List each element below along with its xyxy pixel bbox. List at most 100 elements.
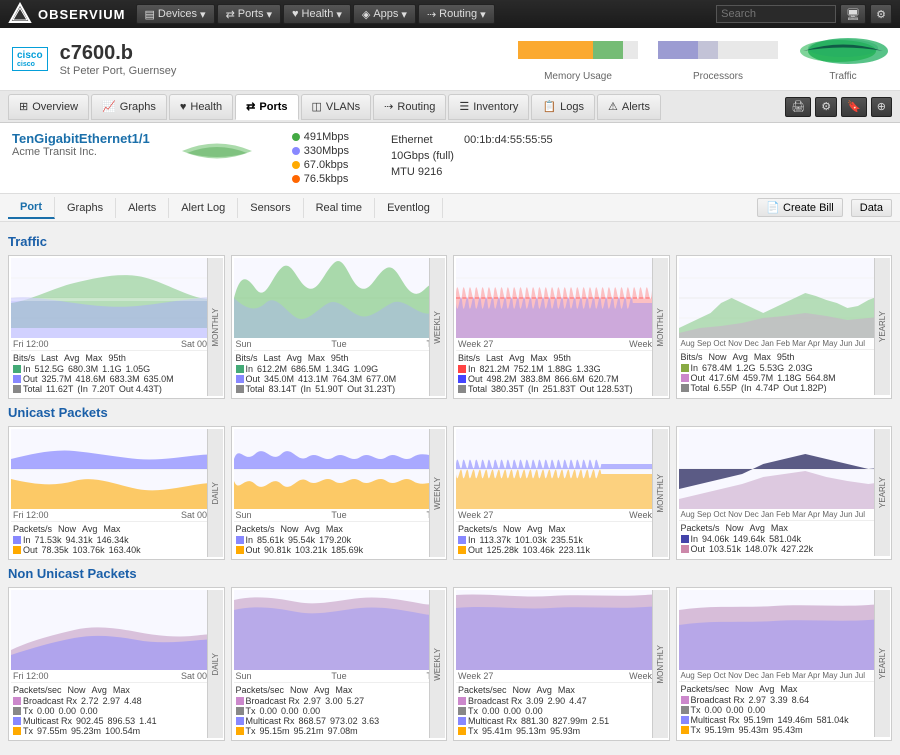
- time-labels-1: Fri 12:00 Sat 00:00: [11, 338, 222, 350]
- health-nav-btn[interactable]: ♥ Health ▾: [283, 4, 351, 24]
- in-dot: [292, 133, 300, 141]
- routing-nav-btn[interactable]: ⇢ Routing ▾: [418, 4, 495, 24]
- unicast-time-4: Aug Sep Oct Nov Dec Jan Feb Mar Apr May …: [679, 509, 890, 520]
- port-details: Ethernet 00:1b:d4:55:55:55 10Gbps (full)…: [389, 131, 563, 181]
- overview-icon: ⊞: [19, 100, 28, 113]
- memory-graph: Memory Usage: [518, 36, 638, 82]
- sub-tabs-right: 📄 Create Bill Data: [757, 198, 892, 217]
- sub-tab-graphs[interactable]: Graphs: [55, 198, 116, 218]
- unicast-inner-2: Sun Tue Thu Packets/s Now Avg Max: [234, 429, 445, 557]
- tab-logs[interactable]: 📋 Logs: [531, 94, 595, 120]
- settings2-icon-btn[interactable]: ⚙: [815, 97, 837, 117]
- nu-svg-1: [11, 590, 222, 670]
- unicast-right-2: WEEKLY: [429, 429, 445, 557]
- non-unicast-chart-1: Fri 12:00 Sat 00:00 Packets/sec Now Avg …: [8, 587, 225, 741]
- unicast-canvas-3: [456, 429, 667, 509]
- logo: OBSERVIUM: [8, 2, 126, 26]
- traffic-section-title: Traffic: [8, 234, 892, 249]
- right-label-2: WEEKLY: [429, 258, 445, 396]
- unicast-canvas-1: [11, 429, 222, 509]
- traffic-canvas-1: [11, 258, 222, 338]
- nu-outer-4: Aug Sep Oct Nov Dec Jan Feb Mar Apr May …: [679, 590, 890, 737]
- device-location: St Peter Port, Guernsey: [60, 65, 177, 77]
- traffic-canvas-4: [679, 258, 890, 338]
- bookmark-icon-btn[interactable]: 🔖: [841, 97, 867, 117]
- nu-canvas-1: [11, 590, 222, 670]
- devices-icon: ▤: [145, 8, 155, 21]
- nu-stats-4: Packets/sec Now Avg Max Broadcast Rx 2.9…: [679, 681, 890, 737]
- logo-text: OBSERVIUM: [38, 7, 126, 22]
- traffic-chart-1year: Aug Sep Oct Nov Dec Jan Feb Mar Apr May …: [676, 255, 893, 399]
- port-vendor: Acme Transit Inc.: [12, 146, 150, 158]
- tab-routing[interactable]: ⇢ Routing: [373, 94, 446, 120]
- apps-nav-btn[interactable]: ◈ Apps ▾: [353, 4, 416, 24]
- chart-inner-3: Week 27 Week 29 Bits/s Last Avg Max 95th: [456, 258, 667, 396]
- ports-nav-btn[interactable]: ⇄ Ports ▾: [217, 4, 281, 24]
- tab-ports[interactable]: ⇄ Ports: [235, 94, 298, 120]
- unicast-charts-row: Fri 12:00 Sat 00:00 Packets/s Now Avg Ma…: [8, 426, 892, 560]
- non-unicast-chart-3: Week 27 Week 29 Packets/sec Now Avg Max …: [453, 587, 670, 741]
- sub-tab-port[interactable]: Port: [8, 197, 55, 219]
- chart-stats-3: Bits/s Last Avg Max 95th In 821.2M 752.1…: [456, 350, 667, 396]
- port-traffic-viz: [182, 131, 252, 174]
- unicast-stats-3: Packets/s Now Avg Max In 113.37k 101.03k…: [456, 521, 667, 557]
- tab-graphs[interactable]: 📈 Graphs: [91, 94, 167, 120]
- unicast-stats-1: Packets/s Now Avg Max In 71.53k 94.31k 1…: [11, 521, 222, 557]
- in-color-1: [13, 365, 21, 373]
- unicast-outer-2: Sun Tue Thu Packets/s Now Avg Max: [234, 429, 445, 557]
- tab-alerts[interactable]: ⚠ Alerts: [597, 94, 661, 120]
- unicast-right-4: YEARLY: [874, 429, 890, 556]
- traffic-svg-1: [11, 258, 222, 338]
- chart-outer-2: Sun Tue Thu Bits/s Last Avg Max 95th: [234, 258, 445, 396]
- processors-label: Processors: [658, 71, 778, 82]
- chart-stats-2: Bits/s Last Avg Max 95th In 612.2M 686.5…: [234, 350, 445, 396]
- nu-svg-4: [679, 590, 890, 670]
- chart-inner-2: Sun Tue Thu Bits/s Last Avg Max 95th: [234, 258, 445, 396]
- unicast-outer-3: Week 27 Week 29 Packets/s Now Avg Max In: [456, 429, 667, 557]
- sub-tab-alert-log[interactable]: Alert Log: [169, 198, 238, 218]
- non-unicast-charts-row: Fri 12:00 Sat 00:00 Packets/sec Now Avg …: [8, 587, 892, 741]
- share-icon-btn[interactable]: ⊕: [871, 97, 892, 117]
- alerts-icon: ⚠: [608, 100, 618, 113]
- sub-tab-alerts[interactable]: Alerts: [116, 198, 169, 218]
- data-btn[interactable]: Data: [851, 199, 892, 217]
- unicast-stats-4: Packets/s Now Avg Max In 94.06k 149.64k …: [679, 520, 890, 556]
- nu-stats-1: Packets/sec Now Avg Max Broadcast Rx 2.7…: [11, 682, 222, 738]
- tab-health[interactable]: ♥ Health: [169, 94, 233, 120]
- tab-overview[interactable]: ⊞ Overview: [8, 94, 89, 120]
- port-details-table: Ethernet 00:1b:d4:55:55:55 10Gbps (full)…: [389, 131, 563, 181]
- health-icon: ♥: [292, 8, 299, 20]
- traffic-label: Traffic: [798, 71, 888, 82]
- nu-time-1: Fri 12:00 Sat 00:00: [11, 670, 222, 682]
- search-input[interactable]: [716, 5, 836, 23]
- ports-tab-icon: ⇄: [246, 100, 255, 113]
- sub-tab-eventlog[interactable]: Eventlog: [375, 198, 443, 218]
- unicast-right-3: MONTHLY: [652, 429, 668, 557]
- unicast-time-3: Week 27 Week 29: [456, 509, 667, 521]
- sub-tab-sensors[interactable]: Sensors: [238, 198, 303, 218]
- chart-outer-3: Week 27 Week 29 Bits/s Last Avg Max 95th: [456, 258, 667, 396]
- nu-svg-2: [234, 590, 445, 670]
- port-name-area: TenGigabitEthernet1/1 Acme Transit Inc.: [12, 131, 150, 158]
- settings-icon-btn[interactable]: ⚙: [870, 4, 892, 24]
- main-content: Traffic: [0, 222, 900, 755]
- print-icon-btn[interactable]: 🖨: [785, 97, 811, 117]
- unicast-canvas-2: [234, 429, 445, 509]
- stat-out-small: 76.5kbps: [292, 173, 349, 185]
- device-name: c7600.b: [60, 42, 177, 65]
- traffic-svg-4: [679, 258, 890, 338]
- create-bill-btn[interactable]: 📄 Create Bill: [757, 198, 843, 217]
- tab-inventory[interactable]: ☰ Inventory: [448, 94, 529, 120]
- unicast-canvas-4: [679, 429, 890, 509]
- health-dropdown-icon: ▾: [336, 8, 342, 21]
- apps-icon: ◈: [362, 8, 370, 21]
- sub-tab-realtime[interactable]: Real time: [304, 198, 375, 218]
- port-stats: 491Mbps 330Mbps 67.0kbps 76.5kbps: [292, 131, 349, 185]
- nu-canvas-3: [456, 590, 667, 670]
- unicast-inner-3: Week 27 Week 29 Packets/s Now Avg Max In: [456, 429, 667, 557]
- devices-nav-btn[interactable]: ▤ Devices ▾: [136, 4, 215, 24]
- monitor-icon-btn[interactable]: 🖥: [840, 4, 866, 24]
- port-mini-chart: [182, 131, 252, 171]
- unicast-inner-4: Aug Sep Oct Nov Dec Jan Feb Mar Apr May …: [679, 429, 890, 556]
- tab-vlans[interactable]: ◫ VLANs: [301, 94, 372, 120]
